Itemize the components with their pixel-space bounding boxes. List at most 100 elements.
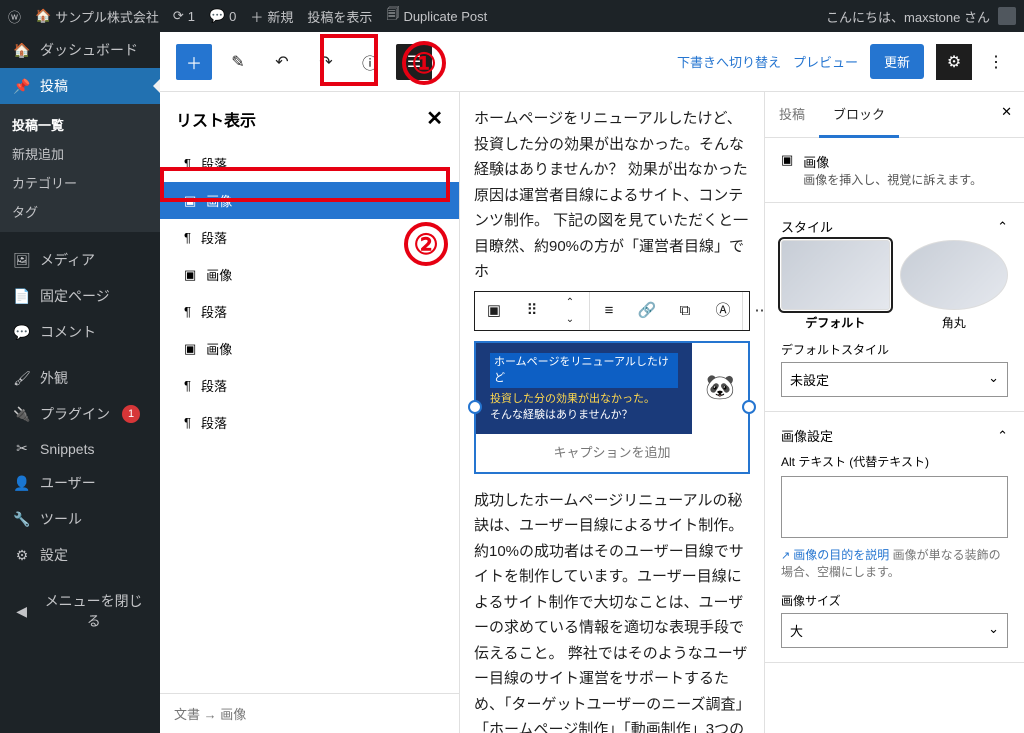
resize-handle-right[interactable] [742,400,756,414]
submenu-categories[interactable]: カテゴリー [0,168,160,197]
image-settings-header: 画像設定 [781,426,833,445]
image-icon: ▣ [184,267,196,283]
block-more-options[interactable]: ⋯ [743,292,764,330]
plugin-update-badge: 1 [122,405,140,423]
menu-posts[interactable]: 📌投稿 [0,68,160,104]
image-text-line2: 投資した分の効果が出なかった。 [490,393,655,405]
menu-plugins[interactable]: 🔌プラグイン1 [0,396,160,432]
list-view-item-label: 画像 [206,339,232,358]
tab-post[interactable]: 投稿 [765,92,819,137]
wp-logo[interactable]: ⓦ [8,7,21,26]
style-panel: スタイル⌃ デフォルト 角丸 デフォルトスタイル 未設定⌄ [765,203,1024,412]
style-rounded[interactable]: 角丸 [900,240,1009,331]
refresh[interactable]: ⟳ 1 [173,8,195,24]
block-toolbar: ▣ ⠿ ⌃⌄ ≡ 🔗 ⧉ Ⓐ ⋯ [474,291,750,331]
list-view-close-button[interactable]: ✕ [426,106,443,131]
settings-sidebar-button[interactable]: ⚙ [936,44,972,80]
default-style-select[interactable]: 未設定⌄ [781,362,1008,397]
view-post[interactable]: 投稿を表示 [307,7,372,26]
submenu-all-posts[interactable]: 投稿一覧 [0,110,160,139]
paragraph-block[interactable]: ホームページをリニューアルしたけど、投資した分の効果が出なかった。そんな経験はあ… [474,106,750,285]
new-content[interactable]: ＋ 新規 [250,7,293,26]
alt-text-label: Alt テキスト (代替テキスト) [781,453,1008,470]
block-type-icon[interactable]: ▣ [475,292,513,330]
image-text-line1: ホームページをリニューアルしたけど [490,353,678,388]
list-view-breadcrumb: 文書 → 画像 [160,693,459,733]
avatar[interactable] [998,7,1016,25]
site-home[interactable]: 🏠 サンプル株式会社 [35,7,159,26]
block-title: 画像 [803,152,982,171]
image-size-select[interactable]: 大⌄ [781,613,1008,648]
list-view-item[interactable]: ¶段落 [160,404,459,441]
image-caption-input[interactable]: キャプションを追加 [476,434,748,472]
style-default[interactable]: デフォルト [781,240,890,331]
link-button[interactable]: 🔗 [628,292,666,330]
resize-handle-left[interactable] [468,400,482,414]
menu-appearance[interactable]: 🖌外観 [0,360,160,396]
menu-snippets[interactable]: ✂Snippets [0,432,160,465]
replace-button[interactable]: Ⓐ [704,292,742,330]
update-button[interactable]: 更新 [870,44,924,79]
editor-canvas[interactable]: ホームページをリニューアルしたけど、投資した分の効果が出なかった。そんな経験はあ… [460,92,764,733]
image-icon: ▣ [184,341,196,357]
duplicate-post[interactable]: 🗐 Duplicate Post [386,5,487,27]
tab-block[interactable]: ブロック [819,92,899,138]
image-block-selected[interactable]: ホームページをリニューアルしたけど 投資した分の効果が出なかった。 そんな経験は… [474,341,750,474]
annotation-circle-2: ② [404,222,448,266]
image-graphic: 🐼 [692,343,748,434]
crop-button[interactable]: ⧉ [666,292,704,330]
image-size-label: 画像サイズ [781,592,1008,609]
comments-count[interactable]: 💬 0 [209,8,236,24]
submenu-posts: 投稿一覧 新規追加 カテゴリー タグ [0,104,160,232]
more-options-button[interactable]: ⋮ [984,44,1008,80]
admin-bar: ⓦ 🏠 サンプル株式会社 ⟳ 1 💬 0 ＋ 新規 投稿を表示 🗐 Duplic… [0,0,1024,32]
switch-to-draft-button[interactable]: 下書きへ切り替え [677,52,781,71]
preview-button[interactable]: プレビュー [793,52,858,71]
paragraph-icon: ¶ [184,304,191,319]
list-view-item[interactable]: ¶段落 [160,293,459,330]
menu-pages[interactable]: 📄固定ページ [0,278,160,314]
submenu-tags[interactable]: タグ [0,197,160,226]
settings-sidebar: 投稿 ブロック ✕ ▣ 画像 画像を挿入し、視覚に訴えます。 スタイル⌃ [764,92,1024,733]
sidebar-close-button[interactable]: ✕ [989,92,1024,137]
menu-collapse[interactable]: ◀メニューを閉じる [0,583,160,639]
alt-text-input[interactable] [781,476,1008,538]
user-greeting[interactable]: こんにちは、maxstone さん [826,7,990,26]
submenu-new-post[interactable]: 新規追加 [0,139,160,168]
paragraph-block[interactable]: 成功したホームページリニューアルの秘訣は、ユーザー目線によるサイト制作。約10%… [474,488,750,733]
move-arrows[interactable]: ⌃⌄ [551,292,589,330]
editor-toolbar: ＋ ✎ ↶ ↷ ⓘ ☰ 下書きへ切り替え プレビュー 更新 ⚙ ⋮ [160,32,1024,92]
alt-help-link[interactable]: 画像の目的を説明 [781,548,889,562]
menu-dashboard[interactable]: 🏠ダッシュボード [0,32,160,68]
chevron-up-icon[interactable]: ⌃ [997,428,1008,444]
list-view-item-label: 段落 [201,376,227,395]
menu-tools[interactable]: 🔧ツール [0,501,160,537]
annotation-box-1 [320,34,378,86]
alt-help-text: 画像の目的を説明 画像が単なる装飾の場合、空欄にします。 [781,546,1008,580]
annotation-box-2 [160,167,450,202]
align-button[interactable]: ≡ [590,292,628,330]
drag-handle-icon[interactable]: ⠿ [513,292,551,330]
edit-mode-button[interactable]: ✎ [220,44,256,80]
paragraph-icon: ¶ [184,230,191,245]
block-editor: ＋ ✎ ↶ ↷ ⓘ ☰ 下書きへ切り替え プレビュー 更新 ⚙ ⋮ リスト表示 … [160,32,1024,733]
list-view-header: リスト表示 ✕ [160,92,459,145]
menu-media[interactable]: 🖼メディア [0,242,160,278]
list-view-item-label: 段落 [201,228,227,247]
image-settings-panel: 画像設定 ⌃ Alt テキスト (代替テキスト) 画像の目的を説明 画像が単なる装… [765,412,1024,663]
block-info: ▣ 画像 画像を挿入し、視覚に訴えます。 [765,138,1024,203]
list-view-item[interactable]: ¶段落 [160,367,459,404]
block-description: 画像を挿入し、視覚に訴えます。 [803,171,982,188]
default-style-label: デフォルトスタイル [781,341,1008,358]
annotation-circle-1: ① [402,41,446,85]
list-view-item[interactable]: ▣ 画像 [160,330,459,367]
menu-users[interactable]: 👤ユーザー [0,465,160,501]
menu-settings[interactable]: ⚙設定 [0,537,160,573]
sidebar-tabs: 投稿 ブロック ✕ [765,92,1024,138]
chevron-up-icon[interactable]: ⌃ [997,219,1008,235]
add-block-button[interactable]: ＋ [176,44,212,80]
menu-comments[interactable]: 💬コメント [0,314,160,350]
list-view-title: リスト表示 [176,107,256,131]
undo-button[interactable]: ↶ [264,44,300,80]
paragraph-icon: ¶ [184,415,191,430]
